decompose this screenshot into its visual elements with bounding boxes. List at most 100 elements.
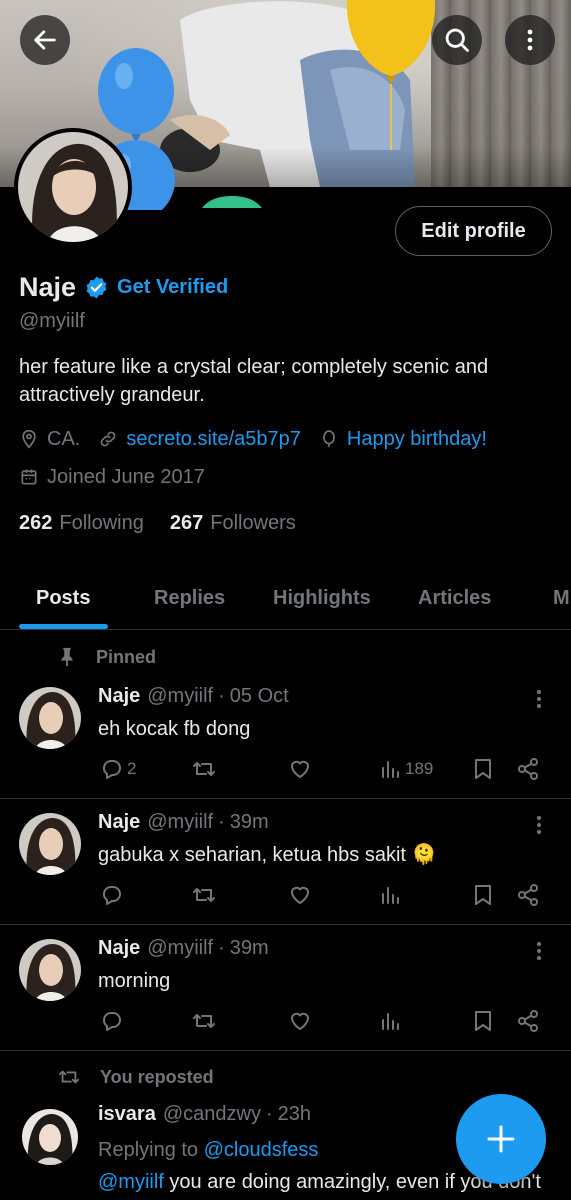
analytics-icon <box>382 887 399 904</box>
mention-link[interactable]: @myiilf <box>98 1171 164 1193</box>
location-pin-icon <box>22 429 36 449</box>
like-button[interactable] <box>288 881 312 909</box>
post-time[interactable]: 39m <box>230 937 269 960</box>
more-vertical-icon <box>537 690 541 708</box>
reply-count: 2 <box>127 759 137 778</box>
reply-button[interactable] <box>100 881 124 909</box>
arrow-left-icon <box>34 30 56 50</box>
author-handle[interactable]: @myiilf <box>147 937 213 960</box>
get-verified-link[interactable]: Get Verified <box>117 276 228 299</box>
profile-avatar[interactable] <box>14 128 132 246</box>
views-button[interactable]: 189 <box>380 755 433 783</box>
reply-icon <box>103 1012 121 1031</box>
following-count[interactable]: 262 <box>19 512 52 535</box>
post-time[interactable]: 05 Oct <box>230 685 289 708</box>
profile-display-name: Naje <box>19 271 77 302</box>
reposted-label: You reposted <box>100 1066 214 1087</box>
tab-posts[interactable]: Posts <box>36 566 90 630</box>
like-button[interactable] <box>288 755 312 783</box>
replying-to-handle[interactable]: @cloudsfess <box>204 1139 319 1161</box>
reply-button[interactable]: 2 <box>100 755 136 783</box>
search-button[interactable] <box>432 15 482 65</box>
link-icon <box>100 431 116 447</box>
author-name[interactable]: Naje <box>98 811 140 834</box>
bookmark-icon <box>475 1011 491 1031</box>
website-item[interactable]: secreto.site/a5b7p7 <box>98 428 301 451</box>
compose-post-button[interactable] <box>456 1094 546 1184</box>
bookmark-icon <box>475 759 491 779</box>
followers-label[interactable]: Followers <box>210 512 296 535</box>
author-handle[interactable]: @candzwy <box>163 1103 261 1126</box>
post-more-button[interactable] <box>528 687 550 711</box>
back-button[interactable] <box>20 15 70 65</box>
post-item[interactable]: Pinned Naje @myiilf · 05 Oct eh kocak fb… <box>0 631 571 799</box>
yellow-balloon-icon <box>346 0 436 150</box>
post-item[interactable]: Naje @myiilf · 39m gabuka x seharian, ke… <box>0 799 571 925</box>
edit-profile-button[interactable]: Edit profile <box>395 206 552 256</box>
repost-button[interactable] <box>191 1007 217 1035</box>
bookmark-button[interactable] <box>472 755 494 783</box>
replying-to-prefix: Replying to <box>98 1139 199 1161</box>
birthday-item[interactable]: Happy birthday! <box>319 428 487 451</box>
author-name[interactable]: isvara <box>98 1103 156 1126</box>
post-more-button[interactable] <box>528 939 550 963</box>
share-icon <box>518 758 538 780</box>
avatar[interactable] <box>19 813 81 875</box>
location-text: CA. <box>47 427 81 450</box>
location-item: CA. <box>19 428 80 451</box>
more-vertical-icon <box>527 29 533 51</box>
reply-icon <box>103 760 121 779</box>
followers-count[interactable]: 267 <box>170 512 203 535</box>
post-time[interactable]: 39m <box>230 811 269 834</box>
like-button[interactable] <box>288 1007 312 1035</box>
post-time[interactable]: 23h <box>278 1103 311 1126</box>
share-button[interactable] <box>516 1007 540 1035</box>
pinned-context: Pinned <box>56 645 156 669</box>
heart-icon <box>291 886 309 904</box>
author-handle[interactable]: @myiilf <box>147 811 213 834</box>
profile-tabs: Posts Replies Highlights Articles M <box>0 566 571 630</box>
author-handle[interactable]: @myiilf <box>147 685 213 708</box>
analytics-icon <box>382 1013 399 1030</box>
website-link[interactable]: secreto.site/a5b7p7 <box>126 428 301 451</box>
avatar-image <box>19 687 81 749</box>
author-name[interactable]: Naje <box>98 937 140 960</box>
bookmark-button[interactable] <box>472 1007 494 1035</box>
avatar[interactable] <box>22 1109 78 1165</box>
separator-dot: · <box>218 811 225 833</box>
repost-button[interactable] <box>191 881 217 909</box>
bookmark-icon <box>475 885 491 905</box>
heart-icon <box>291 1012 309 1030</box>
replying-to-line: Replying to @cloudsfess <box>98 1136 318 1164</box>
author-name[interactable]: Naje <box>98 685 140 708</box>
reply-icon <box>103 886 121 905</box>
tab-highlights[interactable]: Highlights <box>273 566 371 630</box>
tab-replies[interactable]: Replies <box>154 566 225 630</box>
share-button[interactable] <box>516 881 540 909</box>
bookmark-button[interactable] <box>472 881 494 909</box>
views-button[interactable] <box>380 1007 402 1035</box>
analytics-icon <box>382 761 399 778</box>
tab-articles[interactable]: Articles <box>418 566 491 630</box>
reply-button[interactable] <box>100 1007 124 1035</box>
share-button[interactable] <box>516 755 540 783</box>
avatar[interactable] <box>19 687 81 749</box>
balloon-icon <box>323 430 335 447</box>
following-label[interactable]: Following <box>59 512 143 535</box>
avatar[interactable] <box>19 939 81 1001</box>
tab-media[interactable]: M <box>553 566 570 630</box>
repost-context: You reposted <box>56 1065 214 1089</box>
views-button[interactable] <box>380 881 402 909</box>
more-vertical-icon <box>537 942 541 960</box>
more-options-button[interactable] <box>505 15 555 65</box>
post-text: morning <box>98 970 171 992</box>
post-more-button[interactable] <box>528 813 550 837</box>
post-item[interactable]: Naje @myiilf · 39m morning <box>0 925 571 1051</box>
share-icon <box>518 1010 538 1032</box>
birthday-link[interactable]: Happy birthday! <box>347 428 487 451</box>
separator-dot: · <box>265 1103 273 1125</box>
more-vertical-icon <box>537 816 541 834</box>
post-text: gabuka x seharian, ketua hbs sakit 🫠 <box>98 844 437 866</box>
repost-button[interactable] <box>191 755 217 783</box>
post-header: Naje @myiilf · 39m <box>98 937 269 965</box>
